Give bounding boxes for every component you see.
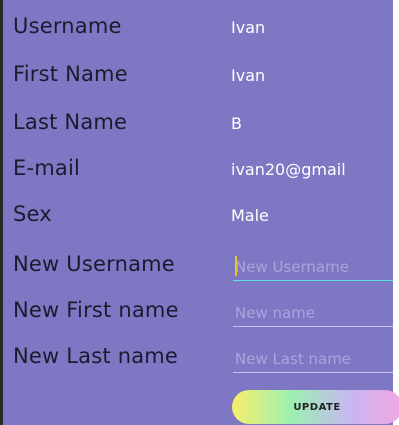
- email-label: E-mail: [13, 156, 81, 180]
- first-name-value: Ivan: [231, 66, 266, 85]
- last-name-label: Last Name: [13, 110, 128, 134]
- first-name-row: First Name Ivan: [13, 62, 393, 104]
- username-row: Username Ivan: [13, 14, 393, 56]
- new-first-name-input[interactable]: [233, 300, 397, 327]
- new-last-name-input[interactable]: [233, 346, 397, 373]
- new-first-name-row: New First name: [13, 298, 397, 340]
- sex-value: Male: [231, 206, 269, 225]
- new-username-label: New Username: [13, 252, 175, 276]
- first-name-label: First Name: [13, 62, 128, 86]
- update-button[interactable]: UPDATE: [232, 390, 399, 424]
- username-label: Username: [13, 14, 122, 38]
- right-edge: [393, 0, 399, 425]
- username-value: Ivan: [231, 18, 266, 37]
- new-last-name-label: New Last name: [13, 344, 179, 368]
- email-row: E-mail ivan20@gmail: [13, 156, 393, 198]
- last-name-row: Last Name B: [13, 110, 393, 152]
- new-last-name-row: New Last name: [13, 344, 397, 386]
- profile-panel: Username Ivan First Name Ivan Last Name …: [0, 0, 397, 425]
- new-username-row: New Username: [13, 252, 397, 294]
- new-first-name-label: New First name: [13, 298, 179, 322]
- new-username-input[interactable]: [233, 254, 397, 281]
- text-cursor: [235, 256, 237, 276]
- sex-row: Sex Male: [13, 202, 393, 244]
- sex-label: Sex: [13, 202, 52, 226]
- last-name-value: B: [231, 114, 242, 133]
- email-value: ivan20@gmail: [231, 160, 346, 179]
